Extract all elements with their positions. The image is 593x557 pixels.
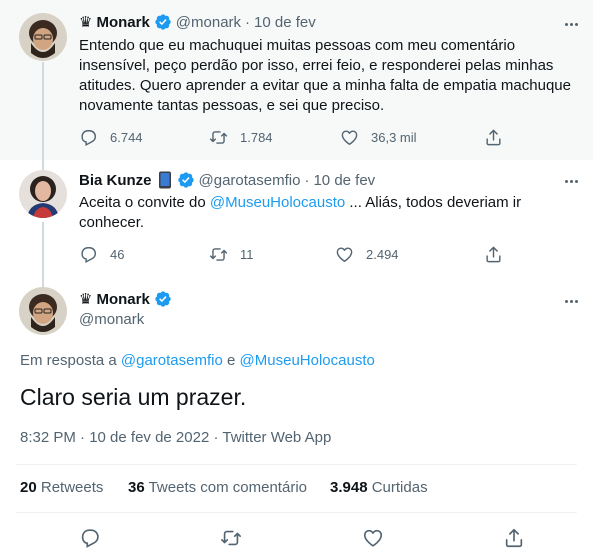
share-button[interactable] — [484, 126, 515, 148]
more-icon[interactable] — [561, 14, 581, 34]
tweet-text-line: Entendo que eu machuquei muitas pessoas … — [79, 37, 516, 54]
share-icon — [503, 527, 525, 549]
display-name[interactable]: Monark — [96, 291, 149, 308]
quote-tweets-count: 36 — [128, 479, 145, 496]
share-button[interactable] — [484, 243, 515, 265]
reply-icon — [79, 245, 98, 264]
retweet-count: 1.784 — [240, 129, 273, 145]
text-segment: Aceita o convite do — [79, 194, 210, 211]
share-icon — [484, 128, 503, 147]
retweet-button[interactable]: 1.784 — [209, 126, 273, 148]
tweet-thread: ♛ Monark @monark · 10 de fev Entendo que… — [0, 0, 593, 557]
mention-link[interactable]: @MuseuHolocausto — [240, 352, 375, 369]
reply-button[interactable]: 46 — [79, 243, 124, 265]
thread-line — [42, 222, 44, 280]
tweet-text-line: conhecer. — [79, 214, 145, 231]
display-name[interactable]: Monark — [96, 14, 149, 31]
retweet-button[interactable]: 11 — [209, 243, 254, 265]
verified-icon — [154, 13, 172, 31]
display-name[interactable]: Bia Kunze — [79, 172, 152, 189]
share-button[interactable] — [503, 527, 527, 551]
tweet-date[interactable]: 10 de fev — [313, 172, 375, 189]
retweet-count: 11 — [240, 246, 254, 262]
user-handle[interactable]: @garotasemfio — [199, 172, 301, 189]
like-icon — [335, 245, 354, 264]
verified-icon — [177, 171, 195, 189]
thread-line — [42, 280, 44, 287]
tweet-text-line: Aceita o convite do @MuseuHolocausto ...… — [79, 193, 549, 213]
retweets-stat[interactable]: 20 Retweets — [20, 479, 103, 496]
retweet-icon — [209, 128, 228, 147]
mention-link[interactable]: @garotasemfio — [121, 352, 223, 369]
likes-stat[interactable]: 3.948 Curtidas — [330, 479, 428, 496]
tweet-monark-apology[interactable]: ♛ Monark @monark · 10 de fev Entendo que… — [0, 0, 593, 160]
separator-dot: · — [304, 171, 310, 189]
user-handle-row: @monark — [79, 311, 144, 328]
tweet-header: ♛ Monark @monark · 10 de fev — [79, 13, 316, 32]
like-icon — [340, 128, 359, 147]
retweets-count: 20 — [20, 479, 37, 496]
tweet-timestamp[interactable]: 8:32 PM · 10 de fev de 2022 · Twitter We… — [20, 429, 331, 446]
tweet-text: Entendo que eu machuquei muitas pessoas … — [79, 36, 571, 116]
retweet-icon — [220, 527, 242, 549]
mention-link[interactable]: @MuseuHolocausto — [210, 194, 345, 211]
avatar[interactable] — [19, 287, 67, 335]
thread-line — [42, 160, 44, 170]
reply-icon — [79, 527, 101, 549]
reply-icon — [79, 128, 98, 147]
reply-context: Em resposta a @garotasemfio e @MuseuHolo… — [20, 352, 375, 369]
main-tweet-text: Claro seria um prazer. — [20, 384, 247, 410]
separator-dot: · — [245, 13, 251, 31]
avatar[interactable] — [19, 170, 67, 218]
like-button[interactable] — [362, 527, 386, 551]
like-count: 36,3 mil — [371, 129, 417, 145]
crown-icon: ♛ — [79, 14, 93, 31]
text-segment: ... Aliás, todos deveriam ir — [345, 194, 522, 211]
reply-and: e — [222, 352, 240, 369]
likes-label: Curtidas — [371, 479, 428, 496]
more-icon[interactable] — [561, 171, 581, 191]
share-icon — [484, 245, 503, 264]
reply-count: 6.744 — [110, 129, 143, 145]
likes-count: 3.948 — [330, 479, 368, 496]
main-tweet: ♛ Monark @monark Em resposta a @garotase… — [0, 280, 593, 557]
retweet-icon — [209, 245, 228, 264]
user-handle[interactable]: @monark — [176, 14, 241, 31]
more-icon[interactable] — [561, 291, 581, 311]
like-button[interactable]: 36,3 mil — [340, 126, 417, 148]
tweet-bia-kunze[interactable]: Bia Kunze @garotasemfio · 10 de fev Acei… — [0, 160, 593, 280]
reply-count: 46 — [110, 246, 125, 262]
crown-icon: ♛ — [79, 291, 93, 308]
retweet-button[interactable] — [220, 527, 244, 551]
retweets-label: Retweets — [40, 479, 104, 496]
like-icon — [362, 527, 384, 549]
verified-icon — [154, 290, 172, 308]
tweet-text-line: novamente tantas pessoas, e sei que prec… — [79, 97, 385, 114]
divider — [16, 512, 577, 513]
phone-icon — [158, 171, 171, 189]
divider — [16, 464, 577, 465]
tweet-header: ♛ Monark — [79, 290, 176, 308]
quote-tweets-label: Tweets com comentário — [148, 479, 307, 496]
reply-button[interactable]: 6.744 — [79, 126, 143, 148]
avatar[interactable] — [19, 13, 67, 61]
quote-tweets-stat[interactable]: 36 Tweets com comentário — [128, 479, 307, 496]
tweet-actions: 46 11 2.494 — [79, 243, 519, 265]
tweet-text-line: atitudes. Quero aprender a evitar que a … — [79, 77, 571, 94]
tweet-text: Aceita o convite do @MuseuHolocausto ...… — [79, 193, 549, 233]
tweet-actions: 6.744 1.784 36,3 mil — [79, 126, 519, 148]
like-count: 2.494 — [366, 246, 399, 262]
reply-prefix: Em resposta a — [20, 352, 121, 369]
reply-button[interactable] — [79, 527, 103, 551]
tweet-date[interactable]: 10 de fev — [254, 14, 316, 31]
tweet-header: Bia Kunze @garotasemfio · 10 de fev — [79, 171, 375, 189]
thread-line — [42, 62, 44, 160]
user-handle[interactable]: @monark — [79, 311, 144, 328]
tweet-text-line: insensível, peço perdão por isso, errei … — [79, 57, 554, 74]
like-button[interactable]: 2.494 — [335, 243, 399, 265]
